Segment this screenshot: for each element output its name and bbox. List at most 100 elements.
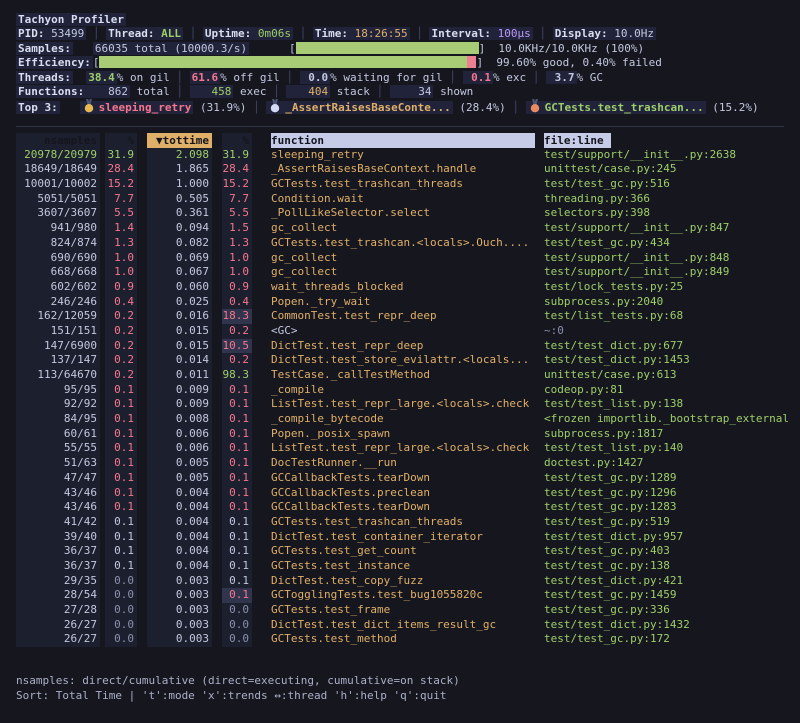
table-row[interactable]: 47/47 0.1 0.005 0.1 GCCallbackTests.tear… [16,471,800,486]
functions-shown-suffix: shown [433,85,473,98]
cell-direct-pct: 0.2 [105,368,137,383]
top3-entry-1[interactable]: sleeping_retry [80,101,194,114]
cell-tottime: 2.098 [147,148,212,163]
cell-function: Condition.wait [271,192,535,207]
pid-label: PID: [18,27,45,40]
column-header-nsamples[interactable]: nsamples [16,133,100,148]
table-row[interactable]: 26/27 0.0 0.003 0.0 GCTests.test_method … [16,632,800,647]
cell-nsamples: 668/668 [16,265,100,280]
table-row[interactable]: 43/46 0.1 0.004 0.1 GCCallbackTests.prec… [16,486,800,501]
table-row[interactable]: 55/55 0.1 0.006 0.1 ListTest.test_repr_l… [16,441,800,456]
table-row[interactable]: 147/6900 0.2 0.015 10.5 DictTest.test_re… [16,339,800,354]
table-row[interactable]: 3607/3607 5.5 0.361 5.5 _PollLikeSelecto… [16,206,800,221]
cell-direct-pct: 28.4 [105,162,137,177]
cell-nsamples: 26/27 [16,618,100,633]
cell-tottime: 0.011 [147,368,212,383]
efficiency-bar [99,56,476,68]
cell-direct-pct: 0.0 [105,618,137,633]
table-row[interactable]: 5051/5051 7.7 0.505 7.7 Condition.wait t… [16,192,800,207]
cell-nsamples: 47/47 [16,471,100,486]
cell-cum-pct: 0.1 [222,471,252,486]
bronze-medal-icon [529,99,541,113]
cell-cum-pct: 10.5 [222,339,252,354]
cell-function: GCTests.test_trashcan_threads [271,515,535,530]
table-row[interactable]: 39/40 0.1 0.004 0.1 DictTest.test_contai… [16,530,800,545]
divider: │ [443,71,463,84]
table-row[interactable]: 690/690 1.0 0.069 1.0 gc_collect test/su… [16,251,800,266]
table-row[interactable]: 602/602 0.9 0.060 0.9 wait_threads_block… [16,280,800,295]
table-row[interactable]: 41/42 0.1 0.004 0.1 GCTests.test_trashca… [16,515,800,530]
cell-file-line: test/support/__init__.py:847 [544,221,796,236]
column-header-cum-pct[interactable]: % [222,133,252,148]
table-row[interactable]: 36/37 0.1 0.004 0.1 GCTests.test_get_cou… [16,544,800,559]
table-row[interactable]: 18649/18649 28.4 1.865 28.4 _AssertRaise… [16,162,800,177]
cell-file-line: test/test_gc.py:434 [544,236,796,251]
cell-file-line: test/test_list.py:140 [544,441,796,456]
cell-nsamples: 51/63 [16,456,100,471]
top-pct-1: (31.9%) [193,101,246,114]
cell-tottime: 0.016 [147,309,212,324]
cell-nsamples: 151/151 [16,324,100,339]
table-row[interactable]: 92/92 0.1 0.009 0.1 ListTest.test_repr_l… [16,397,800,412]
table-row[interactable]: 246/246 0.4 0.025 0.4 Popen._try_wait su… [16,295,800,310]
table-row[interactable]: 668/668 1.0 0.067 1.0 gc_collect test/su… [16,265,800,280]
efficiency-bar-failed [467,56,476,68]
table-row[interactable]: 941/980 1.4 0.094 1.5 gc_collect test/su… [16,221,800,236]
table-row[interactable]: 51/63 0.1 0.005 0.1 DocTestRunner.__run … [16,456,800,471]
cell-direct-pct: 0.0 [105,603,137,618]
cell-function: ListTest.test_repr_large.<locals>.check [271,397,535,412]
column-header-direct-pct[interactable]: % [105,133,137,148]
cell-nsamples: 60/61 [16,427,100,442]
column-header-function[interactable]: function [271,133,535,148]
cell-function: _AssertRaisesBaseContext.handle [271,162,535,177]
table-row[interactable]: 10001/10002 15.2 1.000 15.2 GCTests.test… [16,177,800,192]
top3-entry-2[interactable]: _AssertRaisesBaseConte... [266,101,453,114]
table-row[interactable]: 162/12059 0.2 0.016 18.3 CommonTest.test… [16,309,800,324]
cell-cum-pct: 1.0 [222,265,252,280]
cell-tottime: 0.009 [147,397,212,412]
display-stat: Display: 10.0Hz [553,27,656,40]
column-header-file-line[interactable]: file:line [544,133,611,148]
thread-stat[interactable]: Thread: ALL [106,27,183,40]
table-row[interactable]: 26/27 0.0 0.003 0.0 DictTest.test_dict_i… [16,618,800,633]
table-row[interactable]: 28/54 0.0 0.003 0.1 GCTogglingTests.test… [16,588,800,603]
time-label: Time: [315,27,348,40]
cell-function: GCTogglingTests.test_bug1055820c [271,588,535,603]
cell-function: GCCallbackTests.tearDown [271,471,535,486]
thread-value: ALL [154,27,181,40]
cell-cum-pct: 0.1 [222,456,252,471]
cell-cum-pct: 0.1 [222,427,252,442]
cell-direct-pct: 0.2 [105,309,137,324]
table-row[interactable]: 60/61 0.1 0.006 0.1 Popen._posix_spawn s… [16,427,800,442]
cell-file-line: test/test_gc.py:516 [544,177,796,192]
table-row[interactable]: 84/95 0.1 0.008 0.1 _compile_bytecode <f… [16,412,800,427]
table-row[interactable]: 43/46 0.1 0.004 0.1 GCCallbackTests.tear… [16,500,800,515]
samples-bar-fill [296,42,479,54]
cell-cum-pct: 0.1 [222,412,252,427]
cell-nsamples: 824/874 [16,236,100,251]
display-value: 10.0Hz [608,27,654,40]
table-row[interactable]: 20978/20979 31.9 2.098 31.9 sleeping_ret… [16,148,800,163]
cell-direct-pct: 0.0 [105,574,137,589]
table-row[interactable]: 29/35 0.0 0.003 0.1 DictTest.test_copy_f… [16,574,800,589]
table-row[interactable]: 137/147 0.2 0.014 0.2 DictTest.test_stor… [16,353,800,368]
cell-function: ListTest.test_repr_large.<locals>.check [271,441,535,456]
cell-tottime: 0.014 [147,353,212,368]
cell-cum-pct: 1.3 [222,236,252,251]
cell-direct-pct: 0.2 [105,353,137,368]
table-row[interactable]: 27/28 0.0 0.003 0.0 GCTests.test_frame t… [16,603,800,618]
table-row[interactable]: 151/151 0.2 0.015 0.2 <GC> ~:0 [16,324,800,339]
table-row[interactable]: 95/95 0.1 0.009 0.1 _compile codeop.py:8… [16,383,800,398]
display-label: Display: [555,27,608,40]
cell-function: Popen._posix_spawn [271,427,535,442]
top3-entry-3[interactable]: GCTests.test_trashcan... [526,101,706,114]
table-row[interactable]: 824/874 1.3 0.082 1.3 GCTests.test_trash… [16,236,800,251]
column-header-tottime-sorted[interactable]: ▼tottime [147,133,212,148]
table-row[interactable]: 113/64670 0.2 0.011 98.3 TestCase._callT… [16,368,800,383]
cell-direct-pct: 0.9 [105,280,137,295]
cell-tottime: 0.094 [147,221,212,236]
cell-direct-pct: 15.2 [105,177,137,192]
cell-tottime: 0.008 [147,412,212,427]
table-row[interactable]: 36/37 0.1 0.004 0.1 GCTests.test_instanc… [16,559,800,574]
cell-nsamples: 36/37 [16,559,100,574]
